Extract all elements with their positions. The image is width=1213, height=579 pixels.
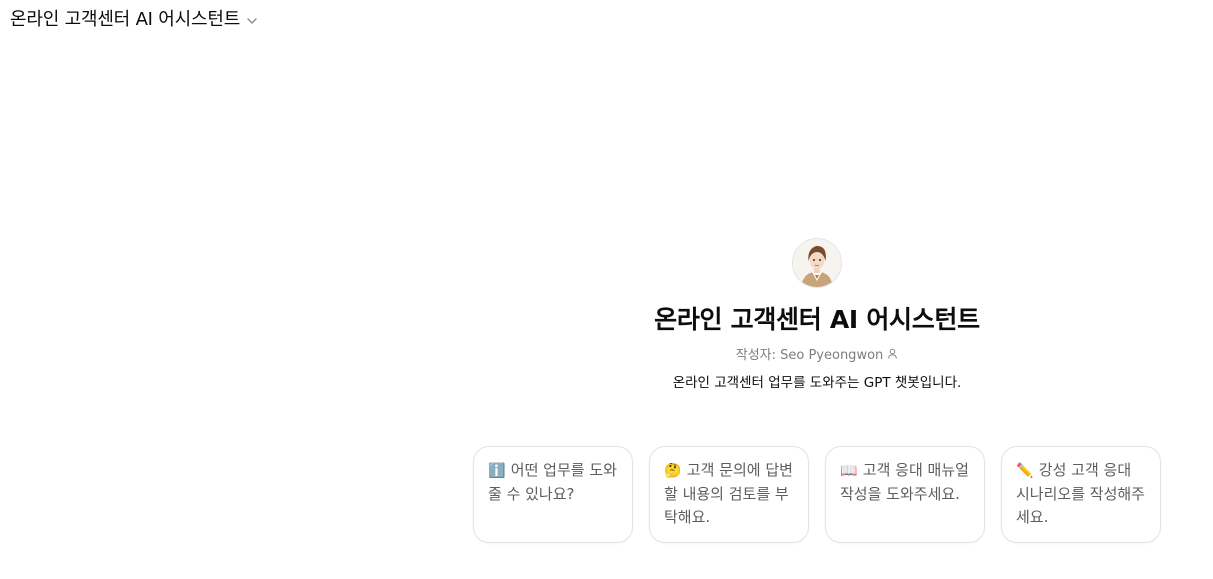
conversation-starters: ℹ️ 어떤 업무를 도와줄 수 있나요? 🤔 고객 문의에 답변할 내용의 검토… bbox=[473, 446, 1161, 543]
assistant-avatar bbox=[792, 238, 842, 288]
author-line: 작성자: Seo Pyeongwon bbox=[736, 344, 899, 363]
person-icon bbox=[887, 348, 898, 359]
starter-text: 고객 응대 매뉴얼 작성을 도와주세요. bbox=[840, 461, 969, 503]
gpt-name: 온라인 고객센터 AI 어시스턴트 bbox=[654, 305, 980, 334]
book-icon: 📖 bbox=[840, 463, 858, 479]
thinking-face-icon: 🤔 bbox=[664, 463, 682, 479]
starter-card[interactable]: ℹ️ 어떤 업무를 도와줄 수 있나요? bbox=[473, 446, 633, 543]
chevron-down-icon bbox=[246, 12, 258, 24]
gpt-title-dropdown[interactable]: 온라인 고객센터 AI 어시스턴트 bbox=[10, 5, 258, 31]
author-label: 작성자: Seo Pyeongwon bbox=[735, 348, 884, 363]
gpt-title: 온라인 고객센터 AI 어시스턴트 bbox=[10, 9, 241, 30]
starter-card[interactable]: 📖 고객 응대 매뉴얼 작성을 도와주세요. bbox=[825, 446, 985, 543]
starter-text: 강성 고객 응대 시나리오를 작성해주세요. bbox=[1016, 461, 1145, 526]
pencil-icon: ✏️ bbox=[1016, 463, 1034, 479]
starter-text: 어떤 업무를 도와줄 수 있나요? bbox=[488, 461, 617, 503]
gpt-description: 온라인 고객센터 업무를 도와주는 GPT 챗봇입니다. bbox=[672, 375, 962, 391]
gpt-profile: 온라인 고객센터 AI 어시스턴트 작성자: Seo Pyeongwon 온라인… bbox=[561, 238, 1073, 391]
starter-card[interactable]: 🤔 고객 문의에 답변할 내용의 검토를 부탁해요. bbox=[649, 446, 809, 543]
starter-card[interactable]: ✏️ 강성 고객 응대 시나리오를 작성해주세요. bbox=[1001, 446, 1161, 543]
starter-text: 고객 문의에 답변할 내용의 검토를 부탁해요. bbox=[664, 461, 793, 526]
info-icon: ℹ️ bbox=[488, 463, 506, 479]
